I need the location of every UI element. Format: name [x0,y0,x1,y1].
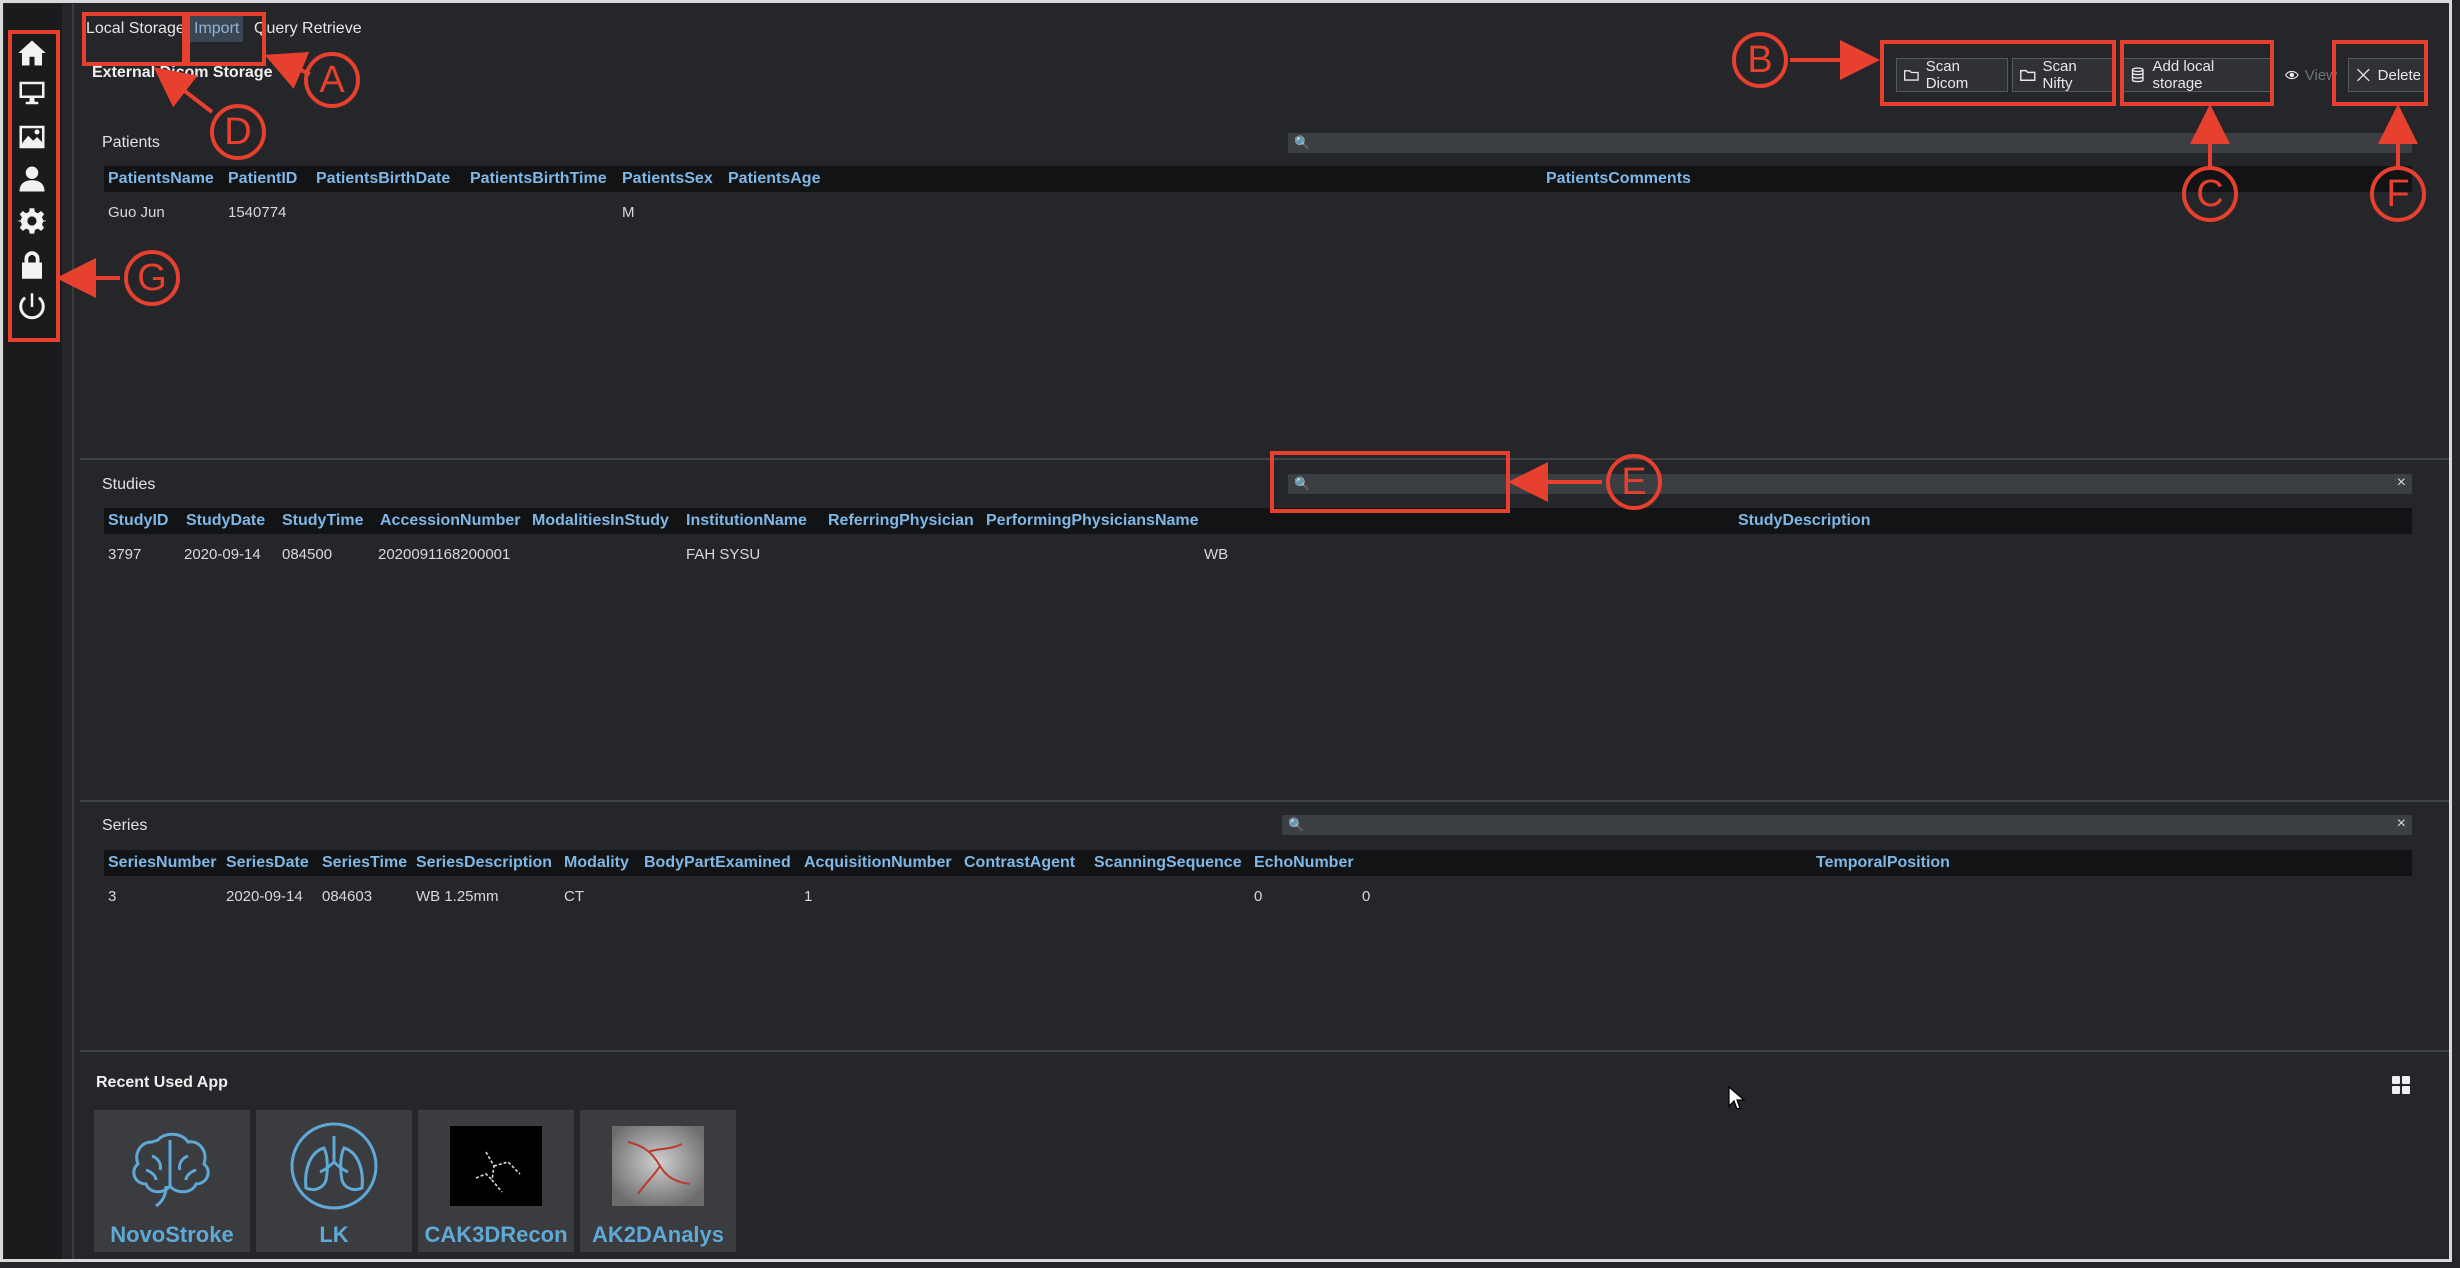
column-header[interactable]: PatientsBirthDate [316,170,450,188]
column-header[interactable]: Modality [564,854,629,872]
table-cell: 084603 [322,888,373,905]
annotation-label: F [2370,166,2426,222]
column-header[interactable]: StudyDate [186,512,265,530]
angiogram-thumbnail [612,1126,704,1206]
patients-section-title: Patients [102,134,160,151]
table-row[interactable]: 3797 2020-09-14 084500 2020091168200001 … [104,542,2412,568]
column-header[interactable]: PatientsBirthTime [470,170,607,188]
app-label: AK2DAnalys [591,1222,725,1247]
column-header[interactable]: ContrastAgent [964,854,1075,872]
app-label: NovoStroke [110,1222,234,1247]
annotation-box-a [186,12,266,66]
table-cell: 0 [1254,888,1263,905]
app-tile-lk[interactable]: LK [256,1110,412,1252]
table-cell: WB 1.25mm [416,888,499,905]
column-header[interactable]: ModalitiesInStudy [532,512,669,530]
column-header[interactable]: BodyPartExamined [644,854,791,872]
eye-icon [2285,70,2299,80]
column-header[interactable]: PatientID [228,170,297,188]
table-cell: M [622,204,635,221]
studies-section-title: Studies [102,476,156,493]
search-icon: 🔍 [1294,135,1311,150]
annotation-box-f [2332,40,2428,106]
table-cell: 084500 [282,546,333,563]
annotation-label: A [304,52,360,108]
series-table-header: SeriesNumber SeriesDate SeriesTime Serie… [104,850,2412,876]
recent-apps-title: Recent Used App [96,1074,228,1091]
table-cell: CT [564,888,584,905]
column-header[interactable]: PatientsComments [1546,170,1691,188]
column-header[interactable]: PatientsName [108,170,214,188]
column-header[interactable]: StudyTime [282,512,364,530]
column-header[interactable]: TemporalPosition [1816,854,1950,872]
annotation-box-d [82,12,186,66]
column-header[interactable]: PerformingPhysiciansName [986,512,1199,530]
table-cell: 2020-09-14 [184,546,261,563]
patients-search-input[interactable]: 🔍 × [1288,133,2412,153]
column-header[interactable]: AccessionNumber [380,512,521,530]
column-header[interactable]: PatientsAge [728,170,820,188]
patients-table-header: PatientsName PatientID PatientsBirthDate… [104,166,2412,192]
column-header[interactable]: ScanningSequence [1094,854,1242,872]
table-cell: 3 [108,888,117,905]
annotation-box-c [2120,40,2274,106]
search-icon: 🔍 [1288,817,1305,832]
app-tile-ak2danalys[interactable]: AK2DAnalys [580,1110,736,1252]
column-header[interactable]: StudyID [108,512,168,530]
brain-icon [132,1132,210,1208]
tab-query-retrieve[interactable]: Query Retrieve [250,16,366,42]
clear-icon[interactable]: × [2397,474,2406,492]
table-cell: 1 [804,888,813,905]
table-cell: WB [1204,546,1229,563]
table-row[interactable]: 3 2020-09-14 084603 WB 1.25mm CT 1 0 0 [104,884,2412,910]
annotation-label: C [2182,166,2238,222]
series-section-title: Series [102,817,148,834]
app-label: LK [319,1222,349,1247]
lungs-icon [290,1122,378,1210]
clear-icon[interactable]: × [2397,133,2406,151]
annotation-box-g [8,30,60,342]
app-tile-cak3drecon[interactable]: CAK3DRecon [418,1110,574,1252]
annotation-label: B [1732,32,1788,88]
clear-icon[interactable]: × [2397,815,2406,833]
column-header[interactable]: SeriesNumber [108,854,217,872]
annotation-label: D [210,104,266,160]
column-header[interactable]: AcquisitionNumber [804,854,952,872]
annotation-box-e [1270,451,1510,513]
table-cell: 0 [1362,888,1371,905]
table-cell: FAH SYSU [686,546,761,563]
table-cell: Guo Jun [108,204,165,221]
column-header[interactable]: StudyDescription [1738,512,1870,530]
table-row[interactable]: Guo Jun 1540774 M [104,200,2412,226]
series-search-input[interactable]: 🔍 × [1282,815,2412,835]
table-cell: 1540774 [228,204,287,221]
column-header[interactable]: InstitutionName [686,512,807,530]
sidebar-divider [72,4,74,1262]
column-header[interactable]: PatientsSex [622,170,713,188]
storage-title: External Dicom Storage [92,64,273,81]
app-tile-novostroke[interactable]: NovoStroke [94,1110,250,1252]
vessel-3d-thumbnail [450,1126,542,1206]
mouse-cursor-icon [1728,1086,1746,1110]
section-divider[interactable] [80,800,2452,802]
column-header[interactable]: SeriesDate [226,854,309,872]
annotation-label: E [1606,454,1662,510]
column-header[interactable]: SeriesTime [322,854,407,872]
table-cell: 2020091168200001 [378,546,511,563]
section-divider[interactable] [80,1050,2452,1052]
table-cell: 2020-09-14 [226,888,303,905]
section-divider[interactable] [80,458,2452,460]
column-header[interactable]: SeriesDescription [416,854,552,872]
column-header[interactable]: ReferringPhysician [828,512,974,530]
table-cell: 3797 [108,546,142,563]
app-label: CAK3DRecon [424,1222,568,1247]
app-grid-icon[interactable] [2390,1074,2412,1096]
annotation-label: G [124,250,180,306]
column-header[interactable]: EchoNumber [1254,854,1354,872]
studies-table-header: StudyID StudyDate StudyTime AccessionNum… [104,508,2412,534]
annotation-box-b [1880,40,2116,106]
